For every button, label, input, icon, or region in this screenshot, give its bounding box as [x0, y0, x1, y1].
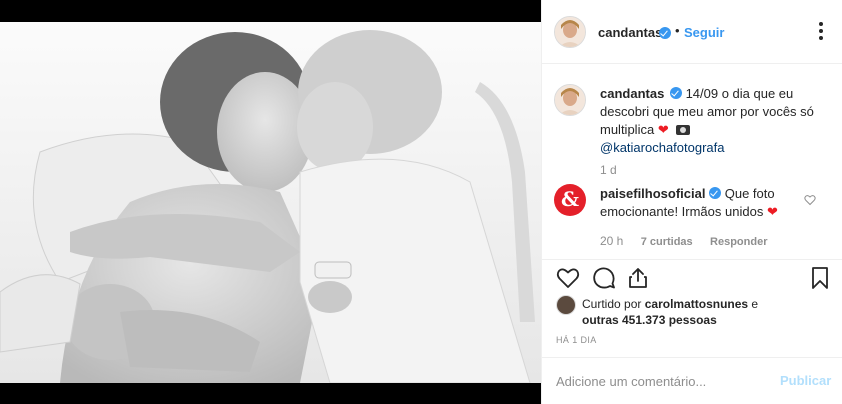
heart-outline-icon[interactable] [556, 266, 580, 290]
comment-meta: 20 h 7 curtidas Responder [600, 234, 767, 248]
instagram-post-page: candantas • Seguir candantas 14/09 o dia… [0, 0, 842, 404]
liked-by-username[interactable]: carolmattosnunes [645, 297, 748, 311]
more-options-dot-2 [819, 29, 823, 33]
comment-bubble-icon[interactable] [592, 266, 616, 290]
post-photo[interactable] [0, 22, 541, 383]
comment-input[interactable] [556, 372, 766, 390]
like-heart-shape [556, 268, 580, 288]
publish-button[interactable]: Publicar [780, 373, 831, 388]
likes-others-count[interactable]: outras 451.373 pessoas [582, 313, 717, 327]
actions-divider [542, 259, 842, 260]
liked-by-avatar[interactable] [556, 295, 576, 315]
photo-letterbox-bottom [0, 383, 541, 404]
header-separator: • [675, 23, 680, 38]
caption-avatar-image [555, 85, 585, 115]
share-upload-shape [629, 268, 647, 288]
comment-like-heart-shape [804, 195, 816, 206]
post-sidebar: candantas • Seguir candantas 14/09 o dia… [542, 0, 842, 404]
bookmark-shape [812, 267, 828, 289]
author-avatar-image [555, 17, 585, 47]
verified-badge-icon [659, 27, 671, 39]
add-comment-bar: Publicar [542, 357, 842, 404]
more-options-icon[interactable] [812, 21, 830, 41]
comment-reply-button[interactable]: Responder [710, 236, 767, 248]
post-header: candantas • Seguir [542, 0, 842, 64]
caption-username[interactable]: candantas [600, 86, 664, 101]
likes-summary: Curtido por carolmattosnunes e outras 45… [582, 296, 822, 328]
bookmark-icon[interactable] [808, 266, 832, 290]
verified-badge-icon [709, 187, 722, 199]
comment-bubble-shape [593, 267, 615, 289]
author-avatar[interactable] [554, 16, 586, 48]
verified-badge-icon [669, 87, 682, 99]
caption-timestamp[interactable]: 1 d [600, 163, 617, 177]
likes-and: e [751, 297, 759, 311]
post-age[interactable]: HÁ 1 DIA [556, 335, 597, 345]
post-caption: candantas 14/09 o dia que eu descobri qu… [600, 85, 832, 157]
comment-timestamp[interactable]: 20 h [600, 234, 623, 248]
caption-author-avatar[interactable] [554, 84, 586, 116]
commenter-avatar[interactable]: & [554, 184, 586, 216]
photo-letterbox-top [0, 0, 541, 22]
post-photo-illustration [0, 22, 541, 383]
more-options-dot-1 [819, 22, 823, 26]
more-options-dot-3 [819, 36, 823, 40]
likes-prefix: Curtido por [582, 297, 642, 311]
share-upload-icon[interactable] [626, 266, 650, 290]
heart-emoji: ❤ [657, 122, 669, 137]
comment-like-heart-icon[interactable] [804, 193, 816, 206]
comment-username[interactable]: paisefilhosoficial [600, 186, 705, 201]
author-username[interactable]: candantas [598, 25, 662, 40]
caption-mention-link[interactable]: @katiarochafotografa [600, 140, 725, 155]
heart-emoji: ❤ [766, 204, 778, 219]
comment-body: paisefilhosoficial Que foto emocionante!… [600, 185, 800, 221]
follow-button[interactable]: Seguir [684, 25, 724, 40]
comment-likes-count[interactable]: 7 curtidas [641, 236, 693, 248]
camera-icon [676, 125, 691, 135]
